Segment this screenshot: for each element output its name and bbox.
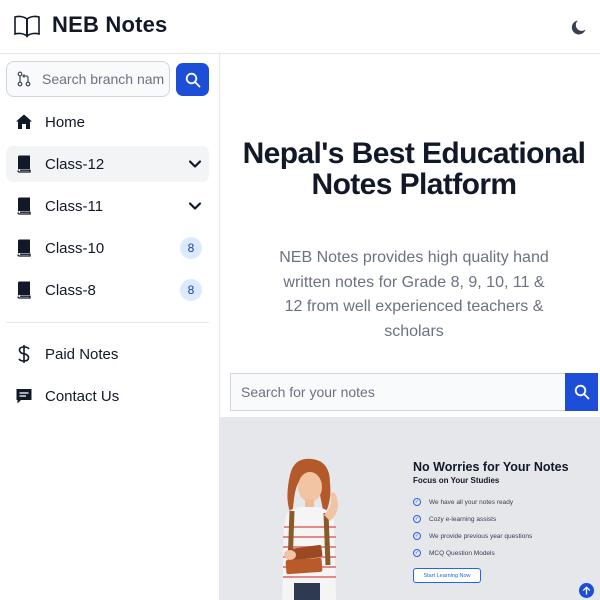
feature-text: We provide previous year questions <box>429 532 533 540</box>
student-illustration <box>282 458 338 600</box>
scroll-to-top-button[interactable] <box>579 583 594 598</box>
sidebar-item-home[interactable]: Home <box>6 104 209 140</box>
banner-subtitle: Focus on Your Studies <box>413 476 500 485</box>
promo-banner: No Worries for Your Notes Focus on Your … <box>220 417 600 600</box>
sidebar-item-label: Home <box>45 113 86 131</box>
feature-item: ✓ MCQ Question Models <box>413 549 495 557</box>
sidebar-item-class-8[interactable]: Class-8 8 <box>6 272 209 308</box>
chevron-down-icon[interactable] <box>187 198 203 214</box>
sidebar-item-class-12[interactable]: Class-12 <box>6 146 209 182</box>
app-title[interactable]: NEB Notes <box>52 12 168 38</box>
home-icon <box>15 113 33 131</box>
sidebar: Home Class-12 Class-11 Class-10 8 Class-… <box>0 54 220 600</box>
feature-text: We have all your notes ready <box>429 498 514 506</box>
main-content: Nepal's Best Educational Notes Platform … <box>220 54 600 600</box>
notes-search-box <box>230 373 566 411</box>
git-branch-icon <box>17 71 31 87</box>
sidebar-item-class-11[interactable]: Class-11 <box>6 188 209 224</box>
message-icon <box>15 387 33 405</box>
banner-title: No Worries for Your Notes <box>413 460 569 474</box>
search-icon <box>574 384 589 400</box>
sidebar-item-label: Paid Notes <box>45 345 119 363</box>
chevron-down-icon[interactable] <box>187 156 203 172</box>
check-circle-icon: ✓ <box>413 549 421 557</box>
check-circle-icon: ✓ <box>413 515 421 523</box>
hero-subtitle: NEB Notes provides high quality hand wri… <box>279 249 549 340</box>
book-icon <box>15 197 33 215</box>
arrow-up-icon <box>582 586 591 595</box>
moon-icon[interactable] <box>570 17 590 37</box>
check-circle-icon: ✓ <box>413 532 421 540</box>
notes-search-input[interactable] <box>241 384 551 400</box>
branch-search-input[interactable] <box>42 71 164 87</box>
sidebar-item-class-10[interactable]: Class-10 8 <box>6 230 209 266</box>
sidebar-item-paid-notes[interactable]: Paid Notes <box>6 336 209 372</box>
dollar-icon <box>15 345 33 363</box>
sidebar-item-label: Class-12 <box>45 155 105 173</box>
feature-text: MCQ Question Models <box>429 549 495 557</box>
top-header: NEB Notes <box>0 0 600 54</box>
sidebar-item-label: Class-11 <box>45 197 104 215</box>
book-icon <box>15 281 33 299</box>
check-circle-icon: ✓ <box>413 498 421 506</box>
sidebar-divider <box>6 322 209 323</box>
branch-search-button[interactable] <box>176 63 209 96</box>
notes-search-button[interactable] <box>565 373 598 411</box>
count-badge: 8 <box>180 279 202 301</box>
search-icon <box>185 72 200 87</box>
sidebar-item-label: Class-8 <box>45 281 96 299</box>
hero-title: Nepal's Best Educational Notes Platform <box>242 137 586 201</box>
sidebar-item-label: Contact Us <box>45 387 120 405</box>
feature-item: ✓ We provide previous year questions <box>413 532 532 540</box>
feature-text: Cozy e-learning assists <box>429 515 497 523</box>
sidebar-item-label: Class-10 <box>45 239 105 257</box>
sidebar-item-contact-us[interactable]: Contact Us <box>6 378 209 414</box>
book-icon <box>15 155 33 173</box>
book-icon <box>15 239 33 257</box>
open-book-icon <box>14 15 40 38</box>
start-learning-button[interactable]: Start Learning Now <box>413 568 481 583</box>
count-badge: 8 <box>180 237 202 259</box>
branch-search-box <box>6 61 170 97</box>
feature-item: ✓ We have all your notes ready <box>413 498 513 506</box>
feature-item: ✓ Cozy e-learning assists <box>413 515 496 523</box>
